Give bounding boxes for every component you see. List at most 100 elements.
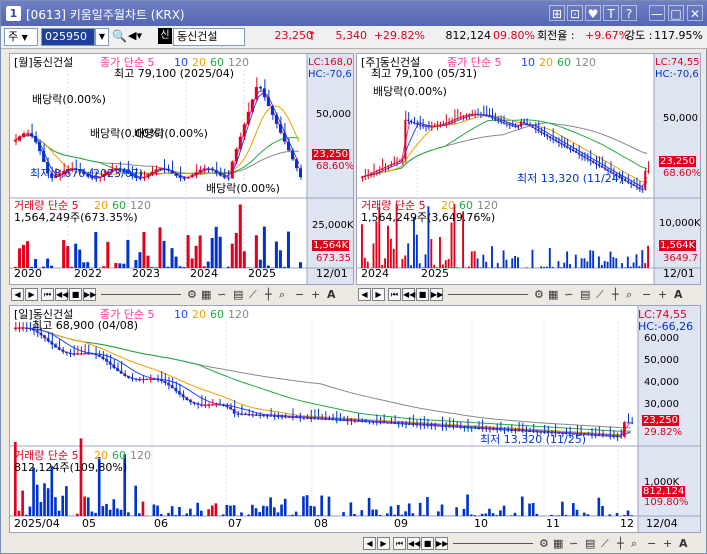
candle-body [465, 115, 467, 117]
next-icon[interactable]: ▶ [25, 288, 38, 301]
volume-bar [194, 245, 198, 268]
zoom-icon[interactable]: ⌕ [279, 287, 285, 302]
first-icon[interactable]: ⏮ [388, 288, 401, 301]
candle-body [590, 434, 593, 436]
next-icon[interactable]: ▶ [372, 288, 385, 301]
candle-body [444, 122, 447, 125]
daily-chart[interactable]: [일]동신건설 종가 단순 5 10 20 60 120 LC:74,55 HC… [9, 305, 701, 533]
help-icon[interactable]: ? [621, 5, 637, 21]
volume-bar [482, 254, 485, 268]
stock-code-input[interactable]: 025950 [41, 28, 95, 46]
volume-bar [623, 514, 626, 516]
search-icon[interactable]: 🔍 [112, 28, 127, 46]
line-icon[interactable]: ⟋ [249, 287, 257, 302]
dock-icon[interactable]: ⊡ [567, 5, 583, 21]
close-button[interactable]: ✕ [687, 5, 703, 21]
zoom-slider[interactable] [453, 536, 533, 544]
table-icon[interactable]: ▤ [580, 287, 590, 302]
volume-bar [531, 502, 535, 516]
indicator-icon[interactable]: ∽ [564, 287, 573, 302]
table-icon[interactable]: ▤ [585, 536, 595, 551]
prev-icon[interactable]: ◀ [363, 537, 376, 550]
volume-bar [79, 438, 83, 516]
minus-icon[interactable]: − [295, 287, 304, 302]
weekly-date-tag: 12/01 [663, 267, 695, 280]
volume-bar [272, 507, 276, 516]
plus-icon[interactable]: + [663, 536, 672, 551]
settings-icon[interactable]: ⚙ [539, 536, 549, 551]
stop-icon[interactable]: ■ [69, 288, 82, 301]
volume-bar [450, 222, 453, 268]
market-select[interactable]: 주 ▼ [4, 28, 38, 46]
line-icon[interactable]: ⟋ [596, 287, 604, 302]
settings-icon[interactable]: ⚙ [534, 287, 544, 302]
plus-icon[interactable]: + [658, 287, 667, 302]
volume-bar [564, 515, 568, 516]
grid-icon[interactable]: ▦ [201, 287, 211, 302]
forward-icon[interactable]: ▶▶ [430, 288, 443, 301]
weekly-chart[interactable]: [주]동신건설 종가 단순 5 10 20 60 120 LC:74,55 HC… [356, 53, 701, 285]
indicator-icon[interactable]: ∽ [569, 536, 578, 551]
monthly-chart[interactable]: [월]동신건설 종가 단순 5 10 20 60 120 LC:168,0 HC… [9, 53, 354, 285]
crosshair-icon[interactable]: ┼ [265, 287, 272, 302]
zoom-icon[interactable]: ⌕ [626, 287, 632, 302]
maximize-button[interactable]: □ [668, 5, 684, 21]
candle-body [258, 86, 262, 89]
zoom-icon[interactable]: ⌕ [631, 536, 637, 551]
crosshair-icon[interactable]: ┼ [617, 536, 624, 551]
text-icon[interactable]: A [679, 536, 688, 551]
next-icon[interactable]: ▶ [377, 537, 390, 550]
text-icon[interactable]: A [674, 287, 683, 302]
indicator-icon[interactable]: ∽ [217, 287, 226, 302]
zoom-slider[interactable] [448, 287, 528, 295]
volume-bar [83, 496, 86, 516]
candle-body [178, 175, 182, 178]
stop-icon[interactable]: ■ [416, 288, 429, 301]
minus-icon[interactable]: − [647, 536, 656, 551]
prev-icon[interactable]: ◀ [11, 288, 24, 301]
forward-icon[interactable]: ▶▶ [435, 537, 448, 550]
minus-icon[interactable]: − [642, 287, 651, 302]
rewind-icon[interactable]: ◀◀ [407, 537, 420, 550]
speaker-icon[interactable]: ◀▾ [128, 28, 154, 46]
settings-icon[interactable]: ⚙ [187, 287, 197, 302]
candle-body [366, 174, 369, 176]
text-icon[interactable]: A [327, 287, 336, 302]
rewind-icon[interactable]: ◀◀ [55, 288, 68, 301]
rewind-icon[interactable]: ◀◀ [402, 288, 415, 301]
stop-icon[interactable]: ■ [421, 537, 434, 550]
crosshair-icon[interactable]: ┼ [612, 287, 619, 302]
candle-body [218, 404, 221, 406]
table-icon[interactable]: ▤ [233, 287, 243, 302]
candle-body [404, 119, 407, 160]
prev-icon[interactable]: ◀ [358, 288, 371, 301]
volume-bar [262, 226, 266, 268]
minimize-button[interactable]: — [649, 5, 665, 21]
grid-icon[interactable]: ▦ [548, 287, 558, 302]
daily-chart-canvas[interactable] [10, 306, 701, 533]
line-icon[interactable]: ⟋ [601, 536, 609, 551]
forward-icon[interactable]: ▶▶ [83, 288, 96, 301]
grid-icon[interactable]: ▦ [553, 536, 563, 551]
link-icon[interactable]: ⊞ [549, 5, 565, 21]
volume-bar [361, 224, 363, 268]
volume-bar [105, 503, 108, 516]
candle-body [606, 169, 609, 171]
zoom-slider[interactable] [101, 287, 181, 295]
volume-bar [298, 515, 302, 516]
first-icon[interactable]: ⏮ [393, 537, 406, 550]
favorite-icon[interactable]: ♥ [585, 5, 601, 21]
title-bar[interactable]: 1 [0613] 키움일주월차트 (KRX) ⊞ ⊡ ♥ T ? — □ ✕ [1, 1, 707, 26]
first-icon[interactable]: ⏮ [41, 288, 54, 301]
code-dropdown-icon[interactable]: ▼ [95, 28, 109, 46]
candle-body [577, 152, 580, 155]
font-icon[interactable]: T [603, 5, 619, 21]
strength-label: 강도 : [625, 29, 653, 42]
plus-icon[interactable]: + [311, 287, 320, 302]
candle-body [294, 159, 298, 169]
daily-hc: HC:-66,26 [638, 320, 694, 333]
volume-bar [342, 512, 345, 516]
candle-body [272, 415, 276, 417]
volume-bar [574, 254, 577, 268]
candle-body [524, 430, 528, 432]
